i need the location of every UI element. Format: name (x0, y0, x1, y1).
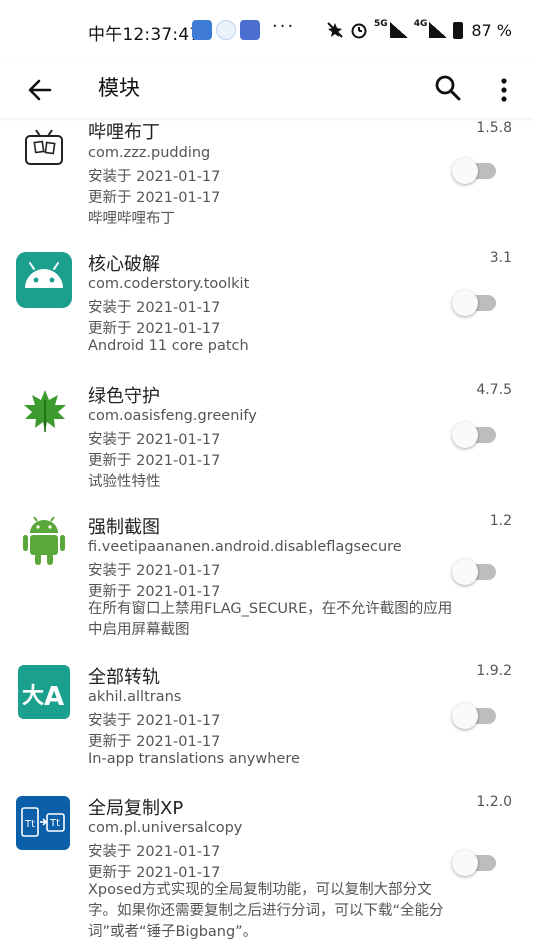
module-description: In-app translations anywhere (88, 751, 300, 767)
status-bar: 中午12:37:47 ··· 5G 4G 87 % (0, 0, 534, 62)
switch-thumb (452, 559, 478, 585)
module-description: 试验性特性 (88, 474, 161, 490)
module-installed-date: 安装于 2021-01-17 (88, 563, 221, 579)
module-enable-switch[interactable] (452, 422, 498, 448)
module-description: 在所有窗口上禁用FLAG_SECURE，在不允许截图的应用中启用屏幕截图 (88, 601, 453, 638)
app-bar: 模块 (0, 62, 534, 118)
status-time: 中午12:37:47 (88, 25, 201, 45)
signal-bars-icon (389, 22, 408, 38)
list-item[interactable]: 强制截图 fi.veetipaananen.android.disablefla… (0, 511, 534, 643)
signal-bars-icon (429, 22, 448, 38)
module-title: 全部转轨 (88, 667, 160, 688)
status-indicators: 5G 4G 87 % (326, 19, 512, 41)
module-title: 哔哩布丁 (88, 122, 160, 143)
svg-text:Tt: Tt (49, 818, 60, 829)
module-version: 1.2 (489, 513, 512, 529)
copy-icon: Tt Tt (16, 796, 70, 850)
list-item[interactable]: 绿色守护 com.oasisfeng.greenify 安装于 2021-01-… (0, 380, 534, 498)
switch-thumb (452, 703, 478, 729)
module-installed-date: 安装于 2021-01-17 (88, 169, 221, 185)
module-updated-date: 更新于 2021-01-17 (88, 584, 221, 600)
more-notifications-indicator: ··· (272, 16, 296, 37)
android-icon (16, 252, 72, 308)
switch-thumb (452, 290, 478, 316)
module-description: Xposed方式实现的全局复制功能，可以复制大部分文字。如果你还需要复制之后进行… (88, 882, 444, 940)
module-description: 哔哩哔哩布丁 (88, 211, 175, 227)
module-version: 1.5.8 (476, 120, 512, 136)
battery-icon (453, 21, 464, 39)
module-version: 3.1 (489, 250, 512, 266)
module-version: 4.7.5 (476, 382, 512, 398)
module-installed-date: 安装于 2021-01-17 (88, 713, 221, 729)
page-title: 模块 (98, 76, 140, 100)
signal-label-5g: 5G (374, 19, 388, 29)
switch-thumb (452, 850, 478, 876)
svg-text:Tt: Tt (24, 819, 35, 830)
more-options-icon[interactable] (492, 70, 516, 110)
module-updated-date: 更新于 2021-01-17 (88, 734, 221, 750)
notification-bot-icon (216, 20, 236, 40)
battery-level: 87 % (471, 20, 512, 40)
module-updated-date: 更新于 2021-01-17 (88, 190, 221, 206)
search-icon[interactable] (430, 70, 466, 106)
notification-qq-icon (240, 20, 260, 40)
list-item[interactable]: Tt Tt 全局复制XP com.pl.universalcopy 安装于 20… (0, 792, 534, 949)
module-updated-date: 更新于 2021-01-17 (88, 321, 221, 337)
module-installed-date: 安装于 2021-01-17 (88, 300, 221, 316)
module-enable-switch[interactable] (452, 559, 498, 585)
module-enable-switch[interactable] (452, 703, 498, 729)
module-title: 全局复制XP (88, 798, 184, 819)
tv-icon (25, 129, 63, 165)
module-enable-switch[interactable] (452, 158, 498, 184)
translate-icon: 大 A (18, 665, 70, 719)
no-disturb-icon (327, 22, 343, 38)
module-package: com.coderstory.toolkit (88, 276, 250, 292)
notification-app-icon (192, 20, 212, 40)
module-title: 强制截图 (88, 517, 160, 538)
signal-label-4g: 4G (413, 19, 428, 29)
module-enable-switch[interactable] (452, 290, 498, 316)
module-package: com.pl.universalcopy (88, 820, 243, 836)
module-enable-switch[interactable] (452, 850, 498, 876)
module-installed-date: 安装于 2021-01-17 (88, 432, 221, 448)
back-arrow-icon[interactable] (22, 72, 58, 108)
alarm-icon (351, 23, 367, 39)
list-item[interactable]: 核心破解 com.coderstory.toolkit 安装于 2021-01-… (0, 248, 534, 366)
module-installed-date: 安装于 2021-01-17 (88, 844, 221, 860)
module-list[interactable]: 哔哩布丁 com.zzz.pudding 安装于 2021-01-17 更新于 … (0, 118, 534, 949)
switch-thumb (452, 158, 478, 184)
module-description: Android 11 core patch (88, 338, 249, 354)
svg-text:A: A (44, 682, 64, 712)
android-robot-icon (23, 517, 65, 565)
list-item[interactable]: 大 A 全部转轨 akhil.alltrans 安装于 2021-01-17 更… (0, 661, 534, 779)
switch-thumb (452, 422, 478, 448)
module-package: fi.veetipaananen.android.disableflagsecu… (88, 539, 402, 555)
module-updated-date: 更新于 2021-01-17 (88, 865, 221, 881)
svg-text:大: 大 (22, 684, 44, 709)
module-package: com.oasisfeng.greenify (88, 408, 257, 424)
module-package: com.zzz.pudding (88, 145, 211, 161)
leaf-icon (24, 390, 66, 432)
module-version: 1.2.0 (476, 794, 512, 810)
module-updated-date: 更新于 2021-01-17 (88, 453, 221, 469)
module-package: akhil.alltrans (88, 689, 182, 705)
module-title: 核心破解 (88, 254, 160, 275)
list-item[interactable]: 哔哩布丁 com.zzz.pudding 安装于 2021-01-17 更新于 … (0, 118, 534, 236)
module-version: 1.9.2 (476, 663, 512, 679)
module-title: 绿色守护 (88, 386, 160, 407)
